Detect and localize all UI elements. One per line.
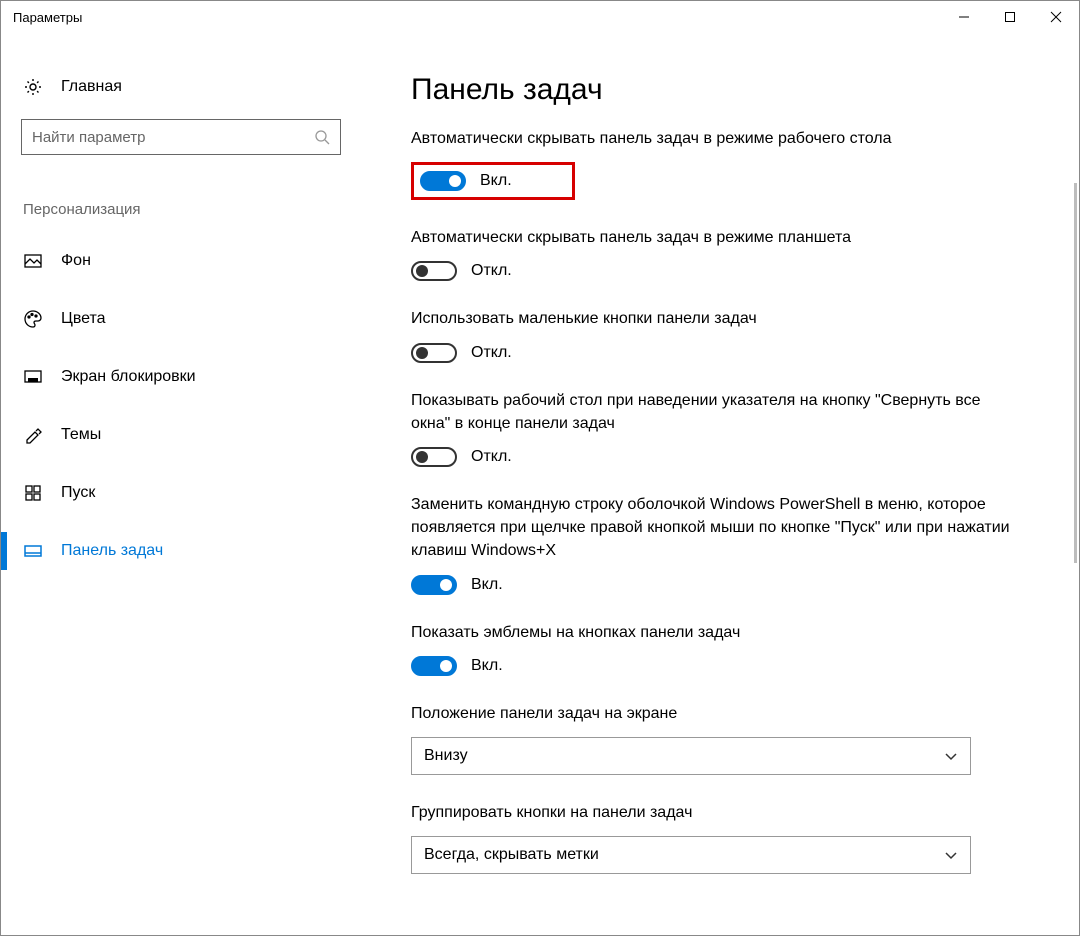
setting-position: Положение панели задач на экране Внизу [411,702,1015,775]
toggle-state-text: Вкл. [471,576,503,594]
home-label: Главная [61,78,122,96]
setting-peek-desktop: Показывать рабочий стол при наведении ук… [411,389,1015,467]
page-title: Панель задач [411,73,1015,107]
setting-label: Заменить командную строку оболочкой Wind… [411,493,1015,563]
sidebar-item-start[interactable]: Пуск [21,464,341,522]
group-header: Персонализация [21,201,341,218]
toggle-state-text: Откл. [471,344,512,362]
search-icon [314,129,330,145]
main-panel: Панель задач Автоматически скрывать пане… [361,33,1079,935]
minimize-button[interactable] [941,1,987,33]
setting-combine: Группировать кнопки на панели задач Всег… [411,801,1015,874]
search-box[interactable] [21,119,341,155]
sidebar-item-label: Пуск [61,484,95,502]
sidebar-item-label: Экран блокировки [61,368,196,386]
close-button[interactable] [1033,1,1079,33]
setting-autohide-tablet: Автоматически скрывать панель задач в ре… [411,226,1015,281]
start-icon [23,483,43,503]
sidebar-item-background[interactable]: Фон [21,232,341,290]
sidebar: Главная Персонализация Фон [1,33,361,935]
toggle-autohide-tablet[interactable] [411,261,457,281]
setting-label: Положение панели задач на экране [411,702,1015,725]
setting-label: Автоматически скрывать панель задач в ре… [411,226,1015,249]
setting-autohide-desktop: Автоматически скрывать панель задач в ре… [411,127,1015,200]
toggle-state-text: Вкл. [471,657,503,675]
taskbar-icon [23,541,43,561]
toggle-autohide-desktop[interactable] [420,171,466,191]
nav-list: Фон Цвета Экран блокировки [21,232,341,580]
setting-label: Показывать рабочий стол при наведении ук… [411,389,1015,435]
window-controls [941,1,1079,33]
toggle-small-buttons[interactable] [411,343,457,363]
toggle-powershell[interactable] [411,575,457,595]
sidebar-item-colors[interactable]: Цвета [21,290,341,348]
titlebar: Параметры [1,1,1079,33]
toggle-peek-desktop[interactable] [411,447,457,467]
scrollbar[interactable] [1074,183,1077,563]
toggle-state-text: Вкл. [480,172,512,190]
toggle-state-text: Откл. [471,262,512,280]
highlight-box: Вкл. [411,162,575,200]
setting-label: Группировать кнопки на панели задач [411,801,1015,824]
sidebar-item-label: Цвета [61,310,106,328]
sidebar-item-lockscreen[interactable]: Экран блокировки [21,348,341,406]
setting-powershell: Заменить командную строку оболочкой Wind… [411,493,1015,595]
palette-icon [23,309,43,329]
select-combine[interactable]: Всегда, скрывать метки [411,836,971,874]
maximize-button[interactable] [987,1,1033,33]
sidebar-item-taskbar[interactable]: Панель задач [21,522,341,580]
select-value: Всегда, скрывать метки [424,846,599,864]
home-link[interactable]: Главная [21,77,341,119]
setting-small-buttons: Использовать маленькие кнопки панели зад… [411,307,1015,362]
search-input[interactable] [32,129,314,146]
select-value: Внизу [424,747,468,765]
setting-label: Использовать маленькие кнопки панели зад… [411,307,1015,330]
picture-icon [23,251,43,271]
gear-icon [23,77,43,97]
setting-badges: Показать эмблемы на кнопках панели задач… [411,621,1015,676]
sidebar-item-label: Темы [61,426,101,444]
chevron-down-icon [944,848,958,862]
lockscreen-icon [23,367,43,387]
setting-label: Показать эмблемы на кнопках панели задач [411,621,1015,644]
select-position[interactable]: Внизу [411,737,971,775]
chevron-down-icon [944,749,958,763]
sidebar-item-themes[interactable]: Темы [21,406,341,464]
themes-icon [23,425,43,445]
toggle-badges[interactable] [411,656,457,676]
sidebar-item-label: Панель задач [61,542,163,560]
setting-label: Автоматически скрывать панель задач в ре… [411,127,1015,150]
toggle-state-text: Откл. [471,448,512,466]
window-title: Параметры [13,10,82,25]
sidebar-item-label: Фон [61,252,91,270]
